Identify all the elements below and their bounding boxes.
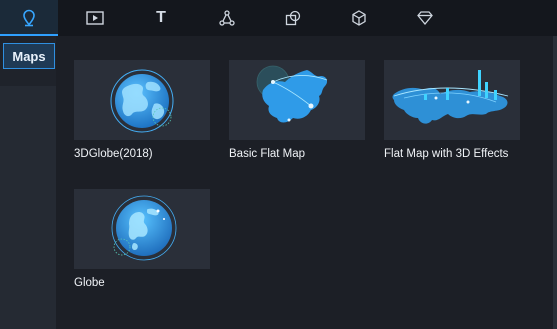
map-pin-icon	[23, 9, 35, 27]
tab-shapes[interactable]	[264, 0, 322, 36]
top-toolbar: T	[0, 0, 557, 36]
china-map-icon	[256, 65, 328, 123]
vertical-scrollbar[interactable]	[553, 36, 557, 329]
gallery-item-label: 3DGlobe(2018)	[74, 148, 153, 160]
globe-icon	[111, 195, 177, 261]
gallery-item-label: Basic Flat Map	[229, 148, 306, 160]
thumbnail	[229, 60, 365, 140]
tab-media[interactable]	[66, 0, 124, 36]
tab-3d[interactable]	[330, 0, 388, 36]
video-icon	[86, 11, 104, 25]
thumbnail	[74, 60, 210, 140]
world-3d-map-icon	[392, 70, 509, 124]
text-icon: T	[156, 9, 166, 26]
tab-maps[interactable]	[0, 0, 58, 36]
gallery-item-label: Globe	[74, 277, 105, 289]
globe-icon	[110, 69, 174, 133]
network-icon	[219, 10, 235, 26]
cube-icon	[352, 10, 366, 26]
category-maps-button[interactable]: Maps	[3, 43, 55, 69]
thumbnail	[74, 189, 210, 269]
tab-other[interactable]	[396, 0, 454, 36]
thumbnail	[384, 60, 520, 140]
category-sidebar: Maps	[0, 36, 56, 329]
tab-text[interactable]: T	[132, 0, 190, 36]
tab-relations[interactable]	[198, 0, 256, 36]
gallery-item-label: Flat Map with 3D Effects	[384, 148, 509, 160]
shapes-icon	[285, 10, 301, 26]
component-gallery: 3DGlobe(2018) Basic Flat Map Flat Map wi…	[56, 36, 553, 329]
diamond-icon	[417, 11, 433, 25]
